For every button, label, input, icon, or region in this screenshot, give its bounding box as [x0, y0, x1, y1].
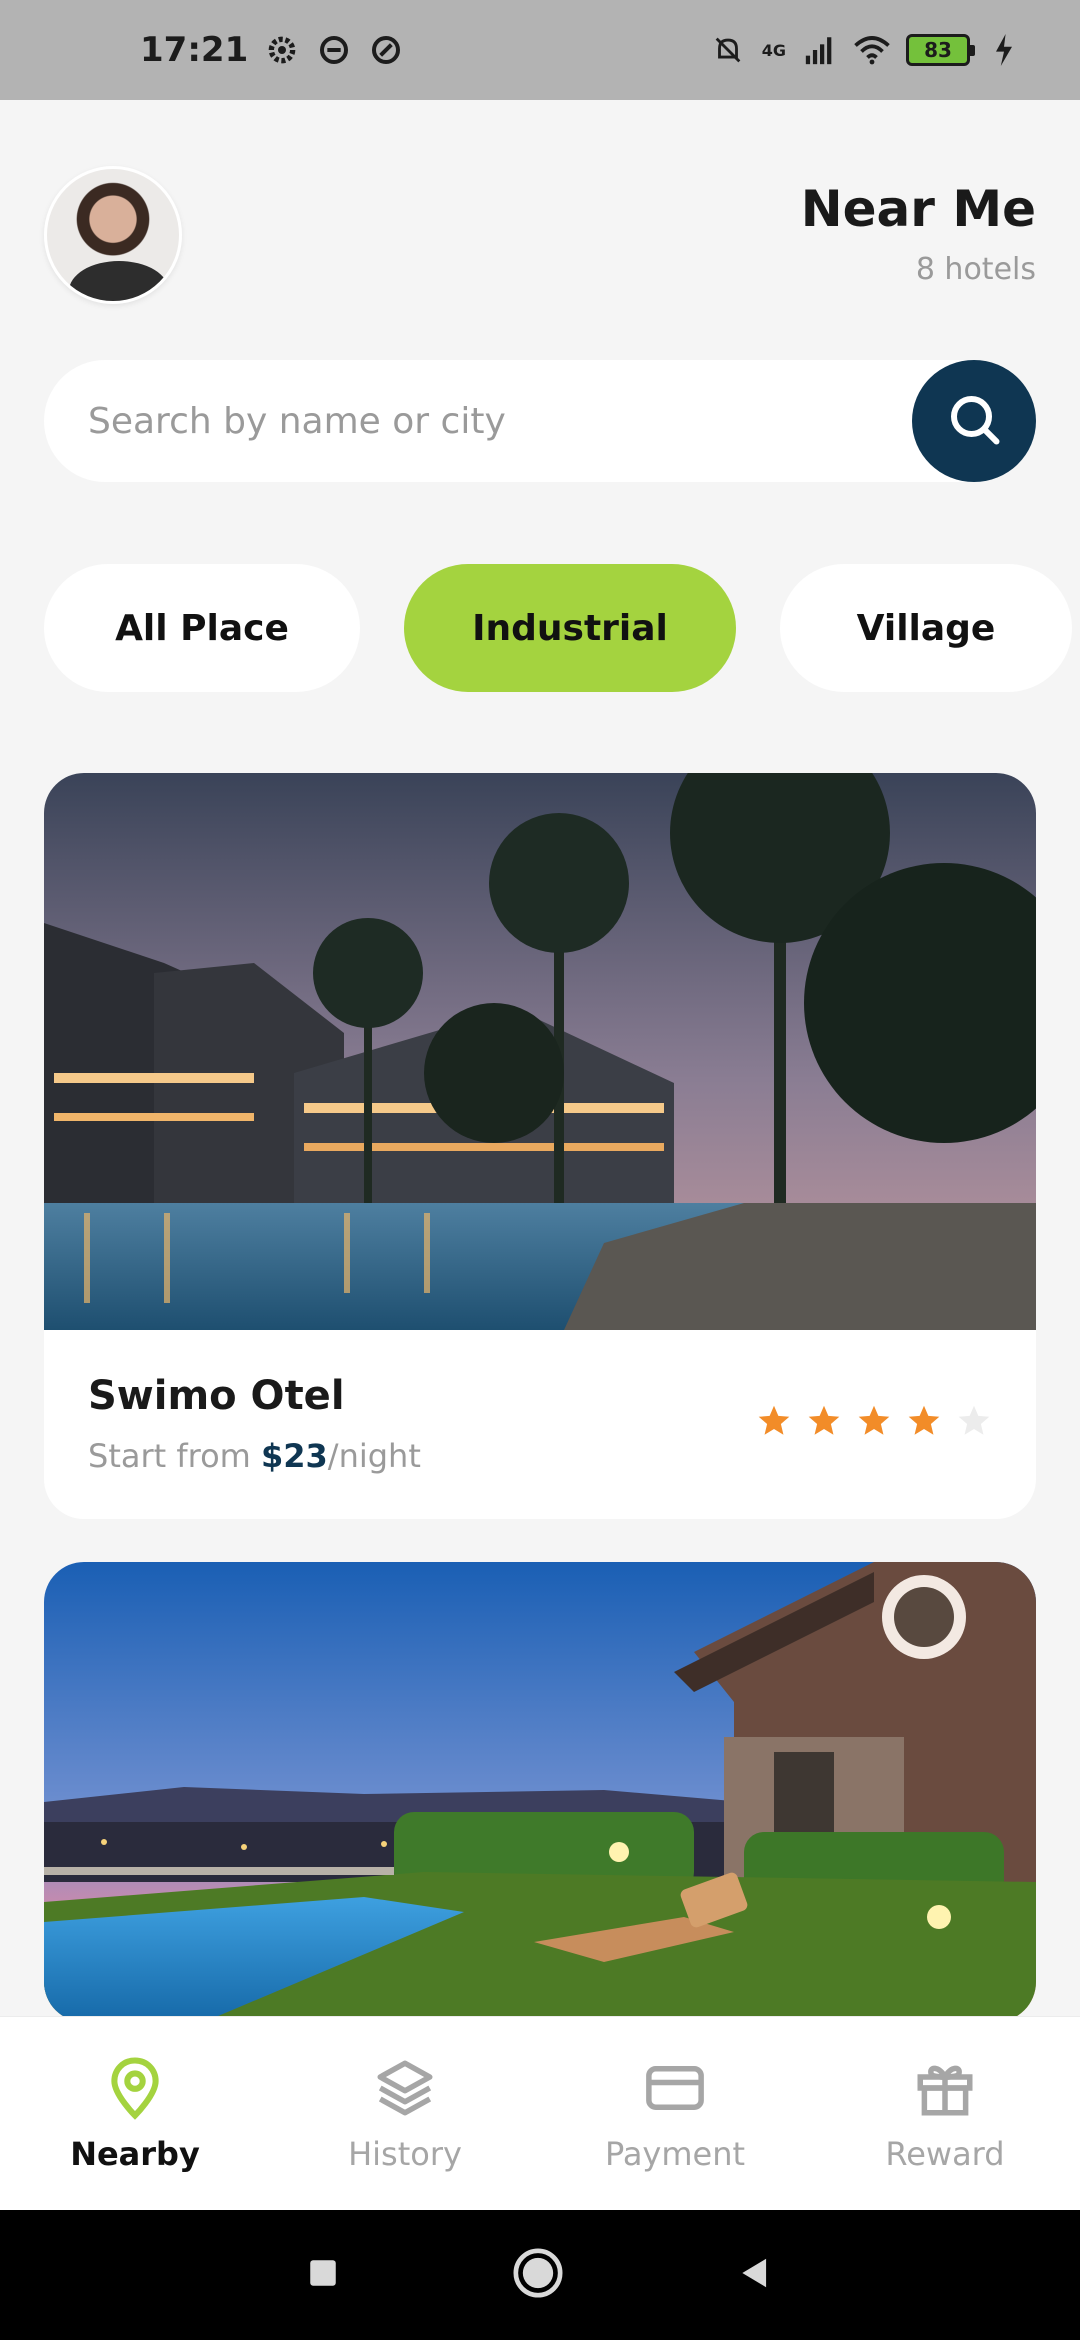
hotel-price: Start from $23/night: [88, 1437, 992, 1475]
star-icon: [958, 1405, 990, 1435]
status-time: 17:21: [140, 30, 249, 70]
price-amount: $23: [260, 1437, 328, 1475]
bottom-nav: Nearby History Payment Reward: [0, 2016, 1080, 2210]
hotel-photo: [44, 1562, 1036, 2022]
nav-item-history[interactable]: History: [270, 2017, 540, 2211]
hotel-count: 8 hotels: [915, 252, 1036, 287]
avatar[interactable]: [44, 166, 182, 304]
star-rating: [756, 1403, 992, 1439]
battery-icon: 83: [906, 34, 975, 66]
mute-icon: [710, 32, 746, 68]
chip-all-place[interactable]: All Place: [44, 564, 360, 692]
nav-item-nearby[interactable]: Nearby: [0, 2017, 270, 2211]
search-button[interactable]: [912, 360, 1036, 482]
price-suffix: /night: [327, 1437, 421, 1475]
settings-icon: [264, 32, 300, 68]
card-icon: [642, 2055, 708, 2129]
home-button[interactable]: [510, 2245, 566, 2305]
hotel-card[interactable]: Swimo Otel Start from $23/night: [44, 773, 1036, 1519]
price-prefix: Start from: [88, 1437, 261, 1475]
hotel-card[interactable]: [44, 1562, 1036, 2022]
network-type: 4G: [761, 40, 786, 60]
page-title: Near Me: [800, 180, 1036, 238]
header: Near Me 8 hotels: [44, 166, 1036, 306]
status-bar: 17:21 4G 83: [0, 0, 1080, 100]
category-chips: All Place Industrial Village: [44, 564, 1080, 692]
gift-icon: [912, 2055, 978, 2129]
nav-label: Nearby: [70, 2135, 200, 2173]
avatar-shirt: [69, 261, 169, 301]
star-icon: [758, 1405, 790, 1435]
star-icon: [808, 1405, 840, 1435]
recents-button[interactable]: [306, 2256, 340, 2294]
search-icon: [944, 389, 1004, 453]
nav-label: Reward: [885, 2135, 1005, 2173]
nav-item-reward[interactable]: Reward: [810, 2017, 1080, 2211]
status-bar-left: 17:21: [140, 30, 404, 70]
system-nav-bar: [0, 2210, 1080, 2340]
search-input[interactable]: [88, 360, 908, 482]
layers-icon: [372, 2055, 438, 2129]
nav-item-payment[interactable]: Payment: [540, 2017, 810, 2211]
chip-village[interactable]: Village: [780, 564, 1072, 692]
app-icon: [368, 32, 404, 68]
nav-label: Payment: [604, 2135, 746, 2173]
chip-industrial[interactable]: Industrial: [404, 564, 736, 692]
battery-level: 83: [924, 38, 952, 62]
star-icon: [858, 1405, 890, 1435]
hotel-photo: [44, 773, 1036, 1330]
star-icon: [908, 1405, 940, 1435]
back-button[interactable]: [736, 2254, 774, 2296]
hotel-info: Swimo Otel Start from $23/night: [88, 1373, 992, 1475]
location-pin-icon: [102, 2055, 168, 2129]
charging-icon: [986, 32, 1022, 68]
app-icon: [316, 32, 352, 68]
status-bar-right: 4G 83: [710, 32, 1022, 68]
signal-icon: [802, 32, 838, 68]
nav-label: History: [348, 2135, 462, 2173]
search-bar: [44, 360, 1036, 482]
wifi-icon: [854, 32, 890, 68]
